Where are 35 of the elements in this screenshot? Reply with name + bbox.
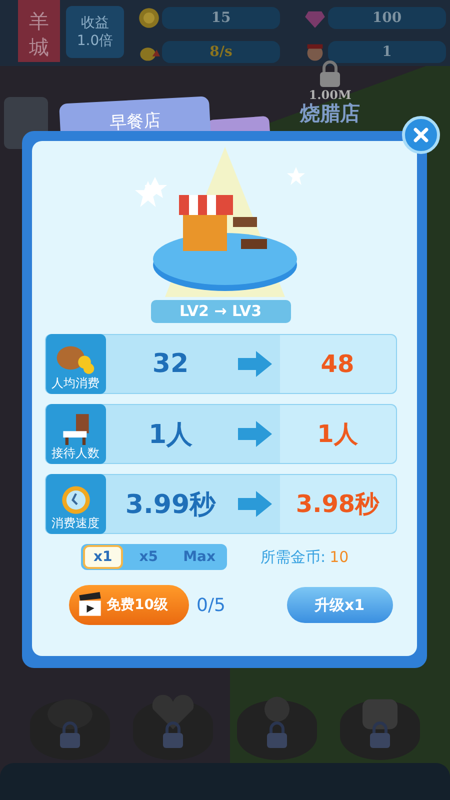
gem-counter: 100 [328,7,446,29]
stat-label: 消费速度 [52,515,100,532]
city-ribbon[interactable]: 羊城 [18,0,60,62]
right-arrow-icon [238,491,272,517]
multiplier-option[interactable]: x5 [130,545,168,569]
stat-label: 人均消费 [52,375,100,392]
current-value: 1人 [147,418,194,452]
right-arrow-icon [238,421,272,447]
coin-counter: 15 [162,7,280,29]
free-upgrade-count: 0/5 [196,594,226,616]
next-value: 1人 [317,419,358,450]
right-arrow-icon [238,351,272,377]
current-value: 3.99秒 [124,488,217,522]
multiplier-option[interactable]: x1 [82,545,124,569]
building-name: 烧腊店 [300,102,360,124]
sparkle-icon [287,167,305,185]
current-value: 32 [151,349,190,379]
level-change-label: LV2 → LV3 [150,300,290,323]
stat-label: 接待人数 [52,445,100,462]
next-value: 48 [320,350,354,378]
cost-value: 10 [330,548,349,566]
multiplier-option[interactable]: Max [174,545,224,569]
staff-counter: 1 [328,41,446,63]
clapperboard-icon [76,592,102,618]
close-icon [412,126,430,144]
free-upgrade-button[interactable]: 免费10级 [68,585,188,625]
cost-label: 所需金币: [260,548,326,566]
income-multiplier: 1.0倍 [76,32,114,50]
unlock-price: 1.00M [308,88,352,102]
coin-icon [138,7,160,29]
upgrade-button[interactable]: 升级x1 [286,587,392,623]
padlock-icon [318,60,342,88]
income-label: 收益 [81,14,109,32]
income-rate: 8/s [162,41,280,63]
next-value: 3.98秒 [296,489,380,520]
